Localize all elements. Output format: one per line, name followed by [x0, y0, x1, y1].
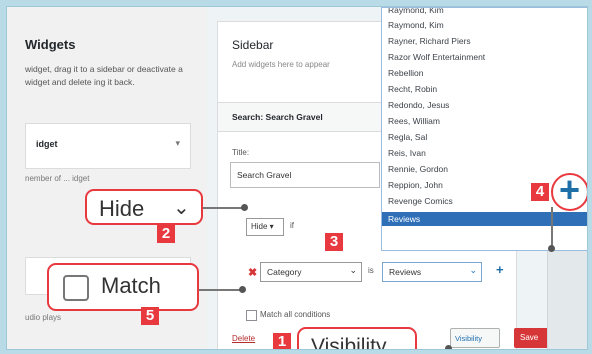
condition-type-value: Category: [267, 267, 302, 277]
visibility-button[interactable]: Visibility: [450, 328, 500, 348]
match-callout-text: Match: [101, 273, 161, 298]
callout-connector: [415, 349, 449, 350]
title-input[interactable]: Search Gravel: [230, 162, 380, 188]
title-label: Title:: [232, 148, 250, 157]
list-item[interactable]: Rebellion: [388, 68, 423, 78]
list-item[interactable]: Rennie, Gordon: [388, 164, 448, 174]
sidebar-title: Sidebar: [232, 38, 274, 52]
hide-callout-text: Hide: [99, 196, 145, 221]
callout-dot: [241, 204, 248, 211]
list-item[interactable]: Revenge Comics: [388, 196, 453, 206]
list-item[interactable]: Reppion, John: [388, 180, 443, 190]
widgets-title: Widgets: [25, 37, 76, 52]
step-badge-1: 1: [273, 333, 291, 349]
widgets-description: widget, drag it to a sidebar or deactiva…: [25, 64, 183, 87]
step-badge-3: 3: [325, 233, 343, 251]
list-item[interactable]: Rees, William: [388, 116, 440, 126]
plus-icon: +: [559, 169, 581, 210]
delete-link[interactable]: Delete: [232, 334, 255, 343]
condition-value-select[interactable]: Reviews ⌄: [382, 262, 482, 282]
widget-item-name: idget: [36, 139, 58, 149]
save-button[interactable]: Save: [514, 328, 550, 348]
widget-item[interactable]: idget ▾: [25, 123, 191, 169]
callout-dot: [548, 245, 555, 252]
callout-connector: [203, 207, 245, 209]
callout-connector: [199, 289, 243, 291]
plus-callout: +: [551, 169, 587, 211]
remove-condition-icon[interactable]: ✖: [248, 266, 257, 279]
match-all-label: Match all conditions: [260, 310, 331, 319]
list-item-selected[interactable]: Reviews: [382, 212, 587, 226]
visibility-callout: Visibility: [297, 327, 417, 350]
list-item[interactable]: Razor Wolf Entertainment: [388, 52, 485, 62]
list-item[interactable]: Reis, Ivan: [388, 148, 426, 158]
callout-dot: [445, 345, 452, 349]
step-badge-4: 4: [531, 183, 549, 201]
add-condition-icon[interactable]: +: [496, 262, 504, 277]
chevron-down-icon[interactable]: ▾: [175, 138, 180, 149]
widget-footer-text: udio plays: [25, 313, 62, 322]
list-item[interactable]: Recht, Robin: [388, 84, 437, 94]
match-all-checkbox[interactable]: [246, 310, 257, 321]
screenshot-frame: Widgets widget, drag it to a sidebar or …: [6, 6, 588, 350]
chevron-down-icon: ⌄: [173, 197, 190, 219]
checkbox-icon: [63, 275, 89, 301]
if-label: if: [290, 221, 294, 230]
condition-value-dropdown[interactable]: Raymond, Kim Raymond, Kim Rayner, Richar…: [381, 7, 587, 251]
list-item[interactable]: Raymond, Kim: [388, 8, 444, 15]
widget-description: nember of ... idget: [25, 174, 90, 183]
condition-value: Reviews: [389, 267, 422, 277]
condition-type-select[interactable]: Category ⌄: [260, 262, 362, 282]
hide-show-select[interactable]: Hide ▾: [246, 218, 284, 236]
visibility-callout-text: Visibility: [311, 335, 387, 350]
list-item[interactable]: Redondo, Jesus: [388, 100, 449, 110]
list-item[interactable]: Regla, Sal: [388, 132, 427, 142]
search-widget-title: Search: Search Gravel: [232, 112, 323, 122]
step-badge-5: 5: [141, 307, 159, 325]
list-item[interactable]: Raymond, Kim: [388, 20, 444, 30]
is-label: is: [368, 266, 374, 275]
callout-dot: [239, 286, 246, 293]
callout-connector: [551, 207, 553, 247]
chevron-down-icon: ⌄: [349, 265, 357, 275]
hide-callout: Hide ⌄: [85, 189, 203, 225]
step-badge-2: 2: [157, 225, 175, 243]
sidebar-subtitle: Add widgets here to appear: [232, 60, 330, 69]
chevron-down-icon: ⌄: [469, 265, 477, 275]
match-callout: Match: [47, 263, 199, 311]
list-item[interactable]: Rayner, Richard Piers: [388, 36, 471, 46]
